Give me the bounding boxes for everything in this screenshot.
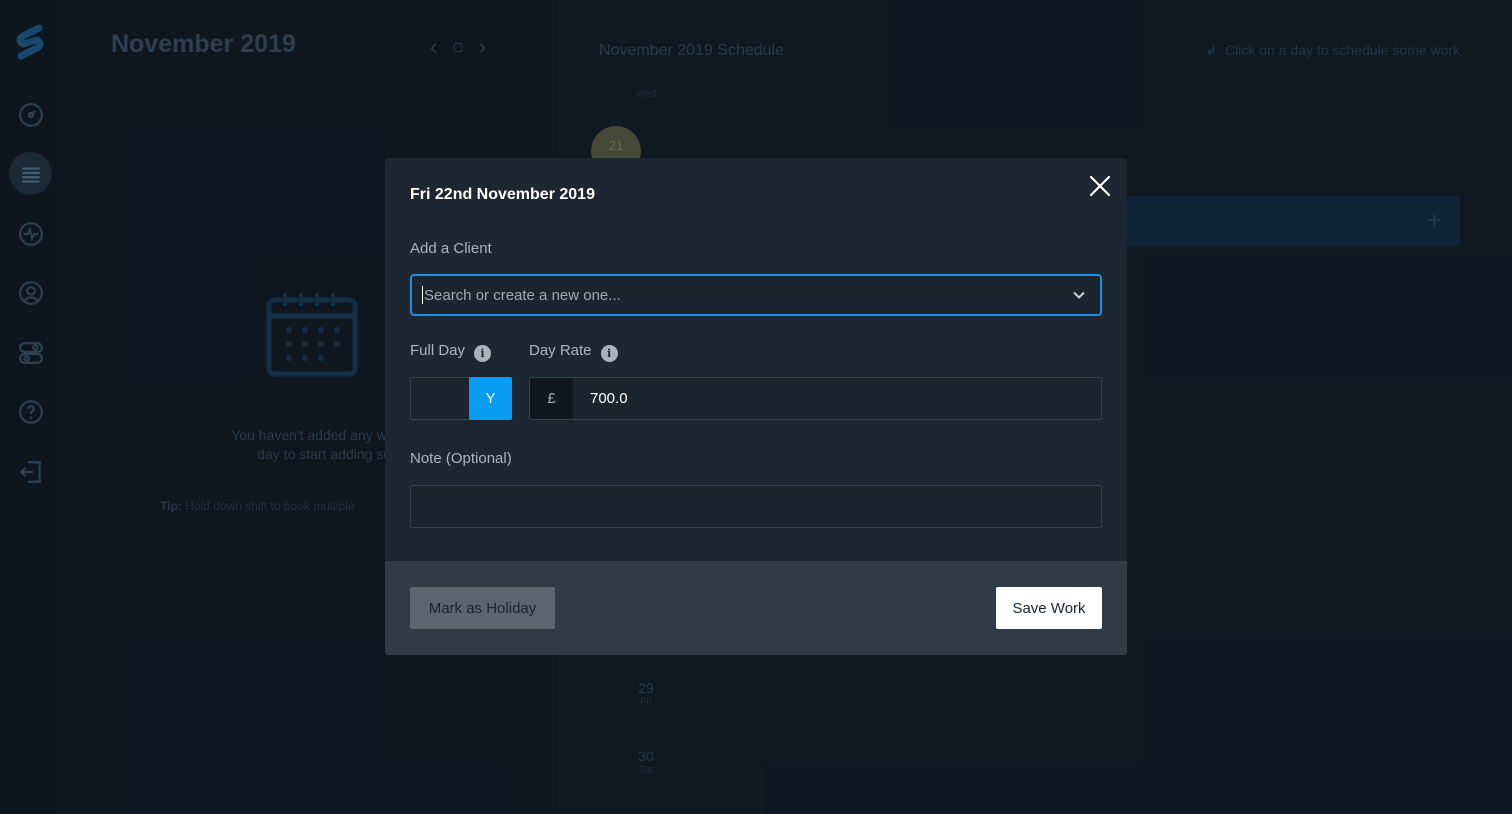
note-input[interactable] — [410, 485, 1102, 528]
full-day-label: Full Day i — [410, 342, 492, 362]
chevron-down-icon[interactable] — [1072, 288, 1086, 302]
currency-symbol: £ — [530, 378, 573, 419]
info-icon[interactable]: i — [600, 345, 618, 362]
schedule-work-modal: Fri 22nd November 2019 Add a Client Full… — [385, 158, 1127, 655]
client-select[interactable] — [410, 274, 1102, 316]
note-label: Note (Optional) — [410, 450, 512, 467]
day-rate-input[interactable]: 700.0 — [573, 378, 1101, 419]
save-work-button[interactable]: Save Work — [996, 587, 1102, 629]
modal-footer: Mark as Holiday Save Work — [385, 561, 1127, 655]
close-icon[interactable] — [1089, 175, 1111, 197]
mark-holiday-button[interactable]: Mark as Holiday — [410, 587, 555, 629]
modal-title: Fri 22nd November 2019 — [410, 186, 595, 203]
day-rate-label: Day Rate i — [529, 342, 618, 362]
day-rate-field[interactable]: £ 700.0 — [529, 377, 1102, 420]
client-label: Add a Client — [410, 240, 492, 257]
full-day-yes[interactable]: Y — [469, 377, 512, 420]
text-cursor — [422, 286, 423, 304]
info-icon[interactable]: i — [474, 345, 492, 362]
full-day-toggle[interactable]: Y — [410, 377, 512, 420]
client-search-input[interactable] — [424, 286, 1072, 304]
